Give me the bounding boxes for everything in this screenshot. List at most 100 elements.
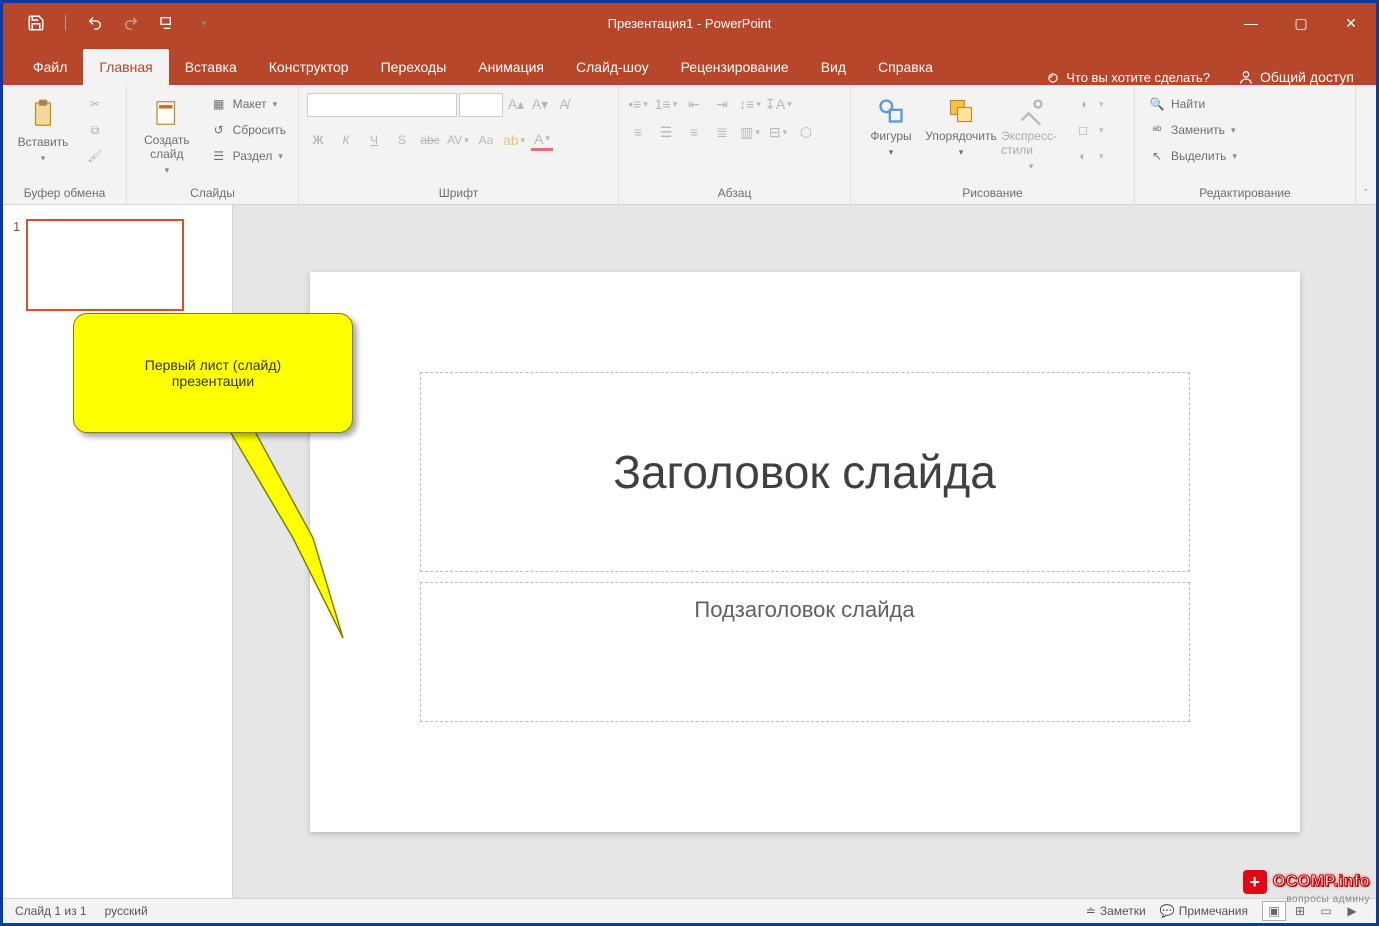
new-slide-button[interactable]: Создать слайд ▾ bbox=[135, 93, 199, 180]
notes-icon: ≐ bbox=[1086, 904, 1096, 918]
pointer-icon: ↖ bbox=[1147, 147, 1167, 165]
italic-icon[interactable]: К bbox=[335, 129, 357, 151]
decrease-indent-icon[interactable]: ⇤ bbox=[683, 93, 705, 115]
quick-styles-button[interactable]: Экспресс-стили▾ bbox=[999, 93, 1063, 176]
tab-transitions[interactable]: Переходы bbox=[365, 49, 463, 85]
replace-button[interactable]: ᵃᵇЗаменить bbox=[1143, 119, 1241, 141]
shape-outline-button[interactable]: ◻ bbox=[1069, 119, 1108, 141]
callout-annotation: Первый лист (слайд)презентации bbox=[73, 313, 353, 433]
undo-icon[interactable] bbox=[84, 12, 106, 34]
font-color-icon[interactable]: A bbox=[531, 129, 553, 151]
tab-animations[interactable]: Анимация bbox=[462, 49, 560, 85]
section-button[interactable]: ☰Раздел bbox=[205, 145, 290, 167]
tell-me-search[interactable]: Что вы хотите сделать? bbox=[1032, 70, 1224, 85]
reset-button[interactable]: ↺Сбросить bbox=[205, 119, 290, 141]
group-slides: Создать слайд ▾ ▦Макет ↺Сбросить ☰Раздел… bbox=[127, 85, 299, 204]
share-label: Общий доступ bbox=[1260, 69, 1354, 85]
arrange-button[interactable]: Упорядочить▾ bbox=[929, 93, 993, 162]
ribbon: Вставить ▾ ✂ ⧉ 🖌 Буфер обмена Создать сл… bbox=[3, 85, 1376, 205]
reset-icon: ↺ bbox=[209, 121, 229, 139]
slide-editor[interactable]: Заголовок слайда Подзаголовок слайда bbox=[233, 205, 1376, 898]
notes-button[interactable]: ≐Заметки bbox=[1086, 904, 1146, 918]
numbering-icon[interactable]: 1≡ bbox=[655, 93, 677, 115]
justify-icon[interactable]: ≣ bbox=[711, 121, 733, 143]
select-button[interactable]: ↖Выделить bbox=[1143, 145, 1241, 167]
clear-format-icon[interactable]: A̸ bbox=[553, 93, 575, 115]
start-from-beginning-icon[interactable] bbox=[156, 12, 178, 34]
shape-fill-button[interactable]: ◑ bbox=[1069, 93, 1108, 115]
section-icon: ☰ bbox=[209, 147, 229, 165]
copy-button[interactable]: ⧉ bbox=[81, 119, 109, 141]
tab-design[interactable]: Конструктор bbox=[253, 49, 365, 85]
language-indicator[interactable]: русский bbox=[105, 904, 148, 918]
thumbnail-item[interactable]: 1 bbox=[13, 219, 222, 311]
title-placeholder[interactable]: Заголовок слайда bbox=[420, 372, 1190, 572]
thumbnail-slide-1[interactable] bbox=[26, 219, 184, 311]
close-button[interactable]: ✕ bbox=[1326, 3, 1376, 43]
group-label-slides: Слайды bbox=[135, 184, 290, 202]
qat-more-icon[interactable] bbox=[192, 12, 214, 34]
group-font: A▴ A▾ A̸ Ж К Ч S abc AV Aa ab A Шрифт bbox=[299, 85, 619, 204]
redo-icon[interactable] bbox=[120, 12, 142, 34]
change-case-icon[interactable]: Aa bbox=[475, 129, 497, 151]
subtitle-placeholder[interactable]: Подзаголовок слайда bbox=[420, 582, 1190, 722]
group-clipboard: Вставить ▾ ✂ ⧉ 🖌 Буфер обмена bbox=[3, 85, 127, 204]
char-spacing-icon[interactable]: AV bbox=[447, 129, 469, 151]
find-button[interactable]: 🔍Найти bbox=[1143, 93, 1241, 115]
maximize-button[interactable]: ▢ bbox=[1276, 3, 1326, 43]
highlight-icon[interactable]: ab bbox=[503, 129, 525, 151]
ribbon-tabs: Файл Главная Вставка Конструктор Переход… bbox=[3, 43, 1376, 85]
align-center-icon[interactable]: ☰ bbox=[655, 121, 677, 143]
tab-home[interactable]: Главная bbox=[83, 49, 168, 85]
watermark: +OCOMP.info вопросы админу bbox=[1243, 870, 1370, 905]
tab-file[interactable]: Файл bbox=[17, 49, 83, 85]
decrease-font-icon[interactable]: A▾ bbox=[529, 93, 551, 115]
collapse-ribbon-icon[interactable]: ˆ bbox=[1364, 188, 1368, 200]
scissors-icon: ✂ bbox=[85, 95, 105, 113]
effects-icon: ◐ bbox=[1073, 147, 1093, 165]
slide-canvas[interactable]: Заголовок слайда Подзаголовок слайда bbox=[310, 272, 1300, 832]
increase-indent-icon[interactable]: ⇥ bbox=[711, 93, 733, 115]
group-paragraph: •≡ 1≡ ⇤ ⇥ ↕≡ ↧A ≡ ☰ ≡ ≣ ▥ ⊟ ⬡ Абзац bbox=[619, 85, 851, 204]
cut-button[interactable]: ✂ bbox=[81, 93, 109, 115]
workspace: 1 Заголовок слайда Подзаголовок слайда bbox=[3, 205, 1376, 898]
columns-icon[interactable]: ▥ bbox=[739, 121, 761, 143]
comments-button[interactable]: 💬Примечания bbox=[1160, 904, 1248, 918]
bold-icon[interactable]: Ж bbox=[307, 129, 329, 151]
smartart-icon[interactable]: ⬡ bbox=[795, 121, 817, 143]
underline-icon[interactable]: Ч bbox=[363, 129, 385, 151]
align-left-icon[interactable]: ≡ bbox=[627, 121, 649, 143]
share-button[interactable]: Общий доступ bbox=[1224, 69, 1376, 85]
replace-icon: ᵃᵇ bbox=[1147, 121, 1167, 139]
group-label-drawing: Рисование bbox=[859, 184, 1126, 202]
tab-slideshow[interactable]: Слайд-шоу bbox=[560, 49, 665, 85]
tab-help[interactable]: Справка bbox=[862, 49, 949, 85]
thumbnail-panel: 1 bbox=[3, 205, 233, 898]
group-editing: 🔍Найти ᵃᵇЗаменить ↖Выделить Редактирован… bbox=[1135, 85, 1356, 204]
tab-insert[interactable]: Вставка bbox=[169, 49, 253, 85]
shapes-button[interactable]: Фигуры▾ bbox=[859, 93, 923, 162]
increase-font-icon[interactable]: A▴ bbox=[505, 93, 527, 115]
align-right-icon[interactable]: ≡ bbox=[683, 121, 705, 143]
titlebar: Презентация1 - PowerPoint — ▢ ✕ bbox=[3, 3, 1376, 43]
strike-icon[interactable]: abc bbox=[419, 129, 441, 151]
bullets-icon[interactable]: •≡ bbox=[627, 93, 649, 115]
format-painter-button[interactable]: 🖌 bbox=[81, 145, 109, 167]
comment-icon: 💬 bbox=[1160, 904, 1175, 918]
shadow-icon[interactable]: S bbox=[391, 129, 413, 151]
outline-icon: ◻ bbox=[1073, 121, 1093, 139]
align-text-icon[interactable]: ⊟ bbox=[767, 121, 789, 143]
layout-button[interactable]: ▦Макет bbox=[205, 93, 290, 115]
tab-view[interactable]: Вид bbox=[805, 49, 862, 85]
shape-effects-button[interactable]: ◐ bbox=[1069, 145, 1108, 167]
paste-button[interactable]: Вставить ▾ bbox=[11, 93, 75, 168]
font-size-input[interactable] bbox=[459, 93, 503, 117]
text-direction-icon[interactable]: ↧A bbox=[767, 93, 789, 115]
window-title: Презентация1 - PowerPoint bbox=[608, 16, 772, 31]
tab-review[interactable]: Рецензирование bbox=[665, 49, 805, 85]
line-spacing-icon[interactable]: ↕≡ bbox=[739, 93, 761, 115]
save-icon[interactable] bbox=[25, 12, 47, 34]
thumbnail-number: 1 bbox=[13, 219, 20, 311]
font-name-input[interactable] bbox=[307, 93, 457, 117]
minimize-button[interactable]: — bbox=[1226, 3, 1276, 43]
